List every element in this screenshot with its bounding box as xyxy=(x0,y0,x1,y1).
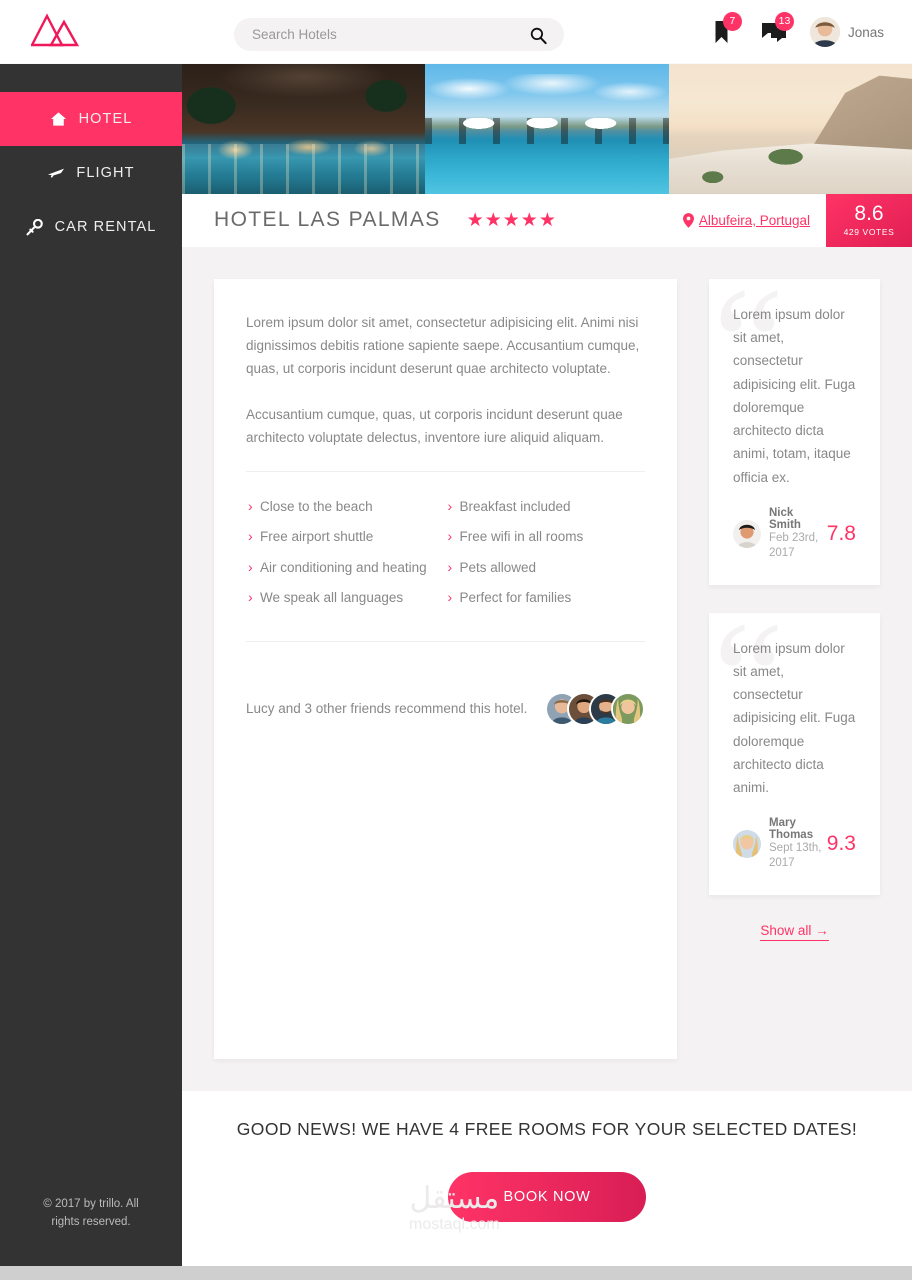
airplane-icon xyxy=(47,164,65,182)
copyright-text: © 2017 by trillo. All rights reserved. xyxy=(43,1198,139,1229)
sidebar: HOTEL FLIGHT CAR RENTAL © 2017 by trillo… xyxy=(0,64,182,1266)
sidebar-item-car-rental[interactable]: CAR RENTAL xyxy=(0,200,182,254)
gallery-photo-2[interactable] xyxy=(425,64,669,194)
messages-button[interactable]: 13 xyxy=(748,0,800,64)
main-content: HOTEL LAS PALMAS ★ ★ ★ ★ ★ Albufeira, Po… xyxy=(182,64,912,1266)
review-author: Nick Smith Feb 23rd, 2017 7.8 xyxy=(733,507,856,561)
user-avatar-icon xyxy=(809,17,840,47)
recommend-text: Lucy and 3 other friends recommend this … xyxy=(246,701,528,717)
list-item: Free wifi in all rooms xyxy=(446,525,646,548)
search-icon xyxy=(530,27,547,44)
location-pin-icon xyxy=(682,212,694,228)
friend-avatars xyxy=(545,692,645,727)
hotel-gallery xyxy=(182,64,912,194)
trillo-triangles-logo-icon xyxy=(31,12,80,46)
book-now-button[interactable]: BOOK NOW xyxy=(447,1172,647,1222)
star-icon: ★ xyxy=(466,209,484,231)
hotel-detail: Lorem ipsum dolor sit amet, consectetur … xyxy=(182,247,912,1091)
show-all-reviews-button[interactable]: Show all → xyxy=(760,923,829,942)
booking-cta: GOOD NEWS! WE HAVE 4 FREE ROOMS FOR YOUR… xyxy=(182,1091,912,1266)
review-card: Lorem ipsum dolor sit amet, consectetur … xyxy=(709,612,880,896)
bookmark-button[interactable]: 7 xyxy=(696,0,748,64)
review-meta: Mary Thomas Sept 13th, 2017 xyxy=(769,817,823,871)
avatar xyxy=(733,830,761,859)
list-item: Free airport shuttle xyxy=(246,525,446,548)
star-icon: ★ xyxy=(502,209,520,231)
rating-badge[interactable]: 8.6 429 VOTES xyxy=(826,193,912,247)
rating-count: 429 VOTES xyxy=(843,227,895,238)
hotel-overview: HOTEL LAS PALMAS ★ ★ ★ ★ ★ Albufeira, Po… xyxy=(182,193,912,247)
gallery-photo-1[interactable] xyxy=(182,64,426,194)
sidebar-item-label: FLIGHT xyxy=(76,165,135,181)
hotel-description: Lorem ipsum dolor sit amet, consectetur … xyxy=(214,279,677,1059)
friends-recommend: Lucy and 3 other friends recommend this … xyxy=(246,642,645,727)
search-form xyxy=(234,18,564,51)
avatar xyxy=(733,519,761,548)
app-window: 7 13 Jonas xyxy=(0,0,912,1266)
rating-value: 8.6 xyxy=(854,202,884,226)
review-name: Nick Smith xyxy=(769,506,801,531)
messages-badge: 13 xyxy=(774,12,794,31)
page-title: HOTEL LAS PALMAS xyxy=(214,208,441,232)
list-item: Perfect for families xyxy=(446,586,646,609)
list-item: Air conditioning and heating xyxy=(246,556,446,579)
user-reviews: Lorem ipsum dolor sit amet, consectetur … xyxy=(709,279,880,942)
username: Jonas xyxy=(847,24,884,40)
sidebar-item-label: HOTEL xyxy=(78,111,133,127)
trillo-logo[interactable] xyxy=(22,12,92,52)
review-author: Mary Thomas Sept 13th, 2017 9.3 xyxy=(733,817,856,871)
sidebar-item-hotel[interactable]: HOTEL xyxy=(0,92,182,146)
user-nav: 7 13 Jonas xyxy=(696,0,884,64)
review-name: Mary Thomas xyxy=(769,817,814,842)
cta-title: GOOD NEWS! WE HAVE 4 FREE ROOMS FOR YOUR… xyxy=(236,1119,858,1139)
app-header: 7 13 Jonas xyxy=(0,0,912,64)
description-paragraph: Accusantium cumque, quas, ut corporis in… xyxy=(246,406,623,445)
review-date: Sept 13th, 2017 xyxy=(769,842,822,870)
star-icon: ★ xyxy=(538,209,556,231)
star-rating: ★ ★ ★ ★ ★ xyxy=(467,211,556,230)
location-label: Albufeira, Portugal xyxy=(698,212,810,228)
review-text: Lorem ipsum dolor sit amet, consectetur … xyxy=(733,640,856,795)
user-menu[interactable]: Jonas xyxy=(800,17,884,47)
list-item: Close to the beach xyxy=(246,495,446,518)
description-paragraph: Lorem ipsum dolor sit amet, consectetur … xyxy=(246,315,640,377)
review-text: Lorem ipsum dolor sit amet, consectetur … xyxy=(733,307,856,485)
avatar[interactable] xyxy=(611,692,645,727)
key-icon xyxy=(26,218,44,236)
list-item: We speak all languages xyxy=(246,586,446,609)
feature-list: Close to the beach Breakfast included Fr… xyxy=(246,471,646,643)
review-meta: Nick Smith Feb 23rd, 2017 xyxy=(769,507,823,561)
gallery-photo-3[interactable] xyxy=(668,64,912,194)
sidebar-item-flight[interactable]: FLIGHT xyxy=(0,146,182,200)
hotel-location[interactable]: Albufeira, Portugal xyxy=(682,212,810,228)
star-icon: ★ xyxy=(520,209,538,231)
app-body: HOTEL FLIGHT CAR RENTAL © 2017 by trillo… xyxy=(0,64,912,1266)
avatar xyxy=(809,17,840,47)
search-input[interactable] xyxy=(234,18,564,51)
search-button[interactable] xyxy=(526,23,550,47)
review-score: 9.3 xyxy=(826,832,856,856)
list-item: Breakfast included xyxy=(446,495,646,518)
list-item: Pets allowed xyxy=(446,556,646,579)
star-icon: ★ xyxy=(484,209,502,231)
review-score: 7.8 xyxy=(826,521,856,545)
bookmark-badge: 7 xyxy=(722,12,742,31)
sidebar-nav: HOTEL FLIGHT CAR RENTAL xyxy=(0,64,182,254)
sidebar-item-label: CAR RENTAL xyxy=(54,219,157,235)
home-icon xyxy=(50,110,68,128)
review-card: Lorem ipsum dolor sit amet, consectetur … xyxy=(709,279,880,585)
review-date: Feb 23rd, 2017 xyxy=(769,531,819,559)
